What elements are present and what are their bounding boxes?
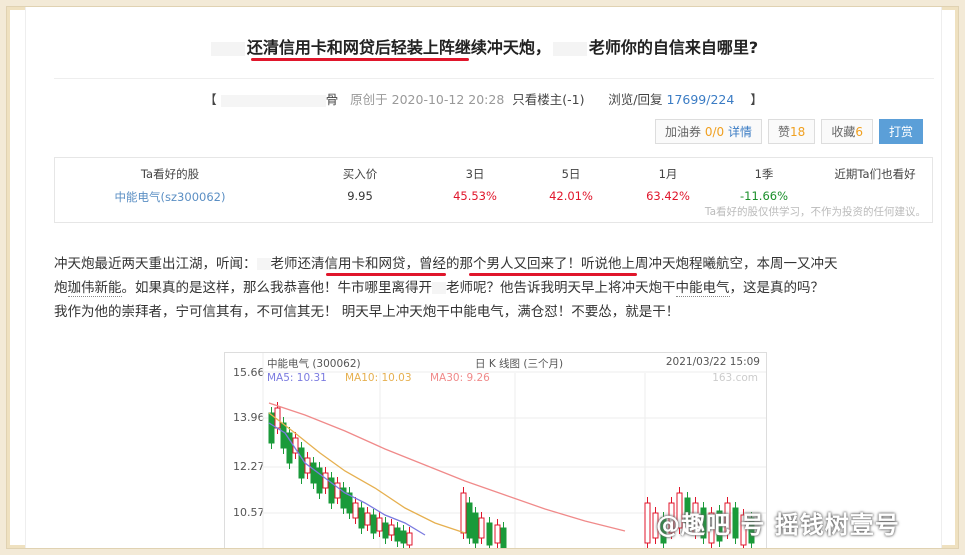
candle-body: [486, 522, 493, 546]
col-1m: 1月 63.42%: [618, 166, 718, 203]
stock-pick-table: Ta看好的股 中能电气(sz300062) 买入价 9.95 3日 45.53%…: [54, 157, 933, 223]
bracket-right: 】: [750, 92, 763, 107]
stock-link-jiawei[interactable]: 珈伟新能: [67, 280, 122, 297]
text-segment: 冲天炮最近两天重出江湖，听闻：: [54, 256, 257, 272]
fav-label: 收藏: [831, 125, 856, 139]
highlight-man-returned: 曾经的那个男人又回来了！: [419, 256, 581, 272]
return-3d: 45.53%: [453, 189, 497, 203]
content-line-3: 我作为他的崇拜者，宁可信其有，不可信其无！ 明天早上冲天炮干中能电气，满仓怼！不…: [54, 304, 680, 320]
fuel-coupon-button[interactable]: 加油券 0/0 详情: [655, 119, 763, 144]
text-segment: ，: [405, 256, 420, 272]
candle-body: [364, 512, 371, 526]
stock-link[interactable]: 中能电气(sz300062): [105, 189, 235, 205]
red-underline: [469, 273, 637, 276]
favorite-button[interactable]: 收藏6: [821, 119, 873, 144]
header-1q: 1季: [754, 167, 774, 181]
post-content: 冲天炮最近两天重出江湖，听闻： 老师还清信用卡和网贷，曾经的那个男人又回来了！听说…: [54, 252, 934, 324]
header-3d: 3日: [465, 167, 485, 181]
divider: [54, 78, 934, 79]
watermark: @趣吧 号 摇钱树壹号: [656, 511, 900, 539]
text-segment: 听说他上周冲天炮程曦航空，本周一又冲天: [581, 256, 838, 272]
text-segment: 老师: [270, 256, 298, 272]
header-stock: Ta看好的股: [140, 167, 200, 181]
views-label: 浏览/回复: [608, 92, 663, 107]
candle-body: [310, 462, 317, 484]
fuel-detail-link[interactable]: 详情: [728, 125, 752, 139]
like-button[interactable]: 赞18: [768, 119, 816, 144]
text-segment: 炮: [54, 280, 68, 296]
col-also-like: 近期Ta们也看好: [820, 166, 930, 182]
col-buy-price: 买入价 9.95: [310, 166, 410, 203]
fav-count: 6: [855, 125, 863, 139]
candle-body: [388, 524, 395, 536]
buy-price: 9.95: [347, 189, 373, 203]
highlight-debt-cleared: 还清信用卡和网贷: [297, 256, 406, 272]
header-buy-price: 买入价: [342, 167, 378, 181]
red-underline: [251, 58, 469, 61]
created-time: 原创于 2020-10-12 20:28: [350, 92, 505, 107]
only-op-link[interactable]: 只看楼主(-1): [512, 92, 584, 107]
header-1m: 1月: [658, 167, 678, 181]
candle-body: [268, 412, 275, 444]
candle-body: [280, 422, 287, 449]
candle-body: [322, 472, 329, 489]
candle-body: [298, 447, 305, 479]
candle-body: [394, 527, 401, 542]
candle-body: [406, 532, 413, 546]
like-count: 18: [790, 125, 806, 139]
reward-button[interactable]: 打赏: [878, 119, 923, 144]
return-1m: 63.42%: [646, 189, 690, 203]
candle-body: [500, 527, 507, 548]
text-segment: ，这是真的吗？: [729, 280, 825, 296]
post-container: 还清信用卡和网贷后轻装上阵继续冲天炮， 老师你的自信来自哪里? 【 骨 原创于 2…: [25, 7, 942, 548]
candle-body: [376, 517, 383, 532]
post-meta: 【 骨 原创于 2020-10-12 20:28 只看楼主(-1) 浏览/回复 …: [26, 89, 941, 108]
fuel-value: 0/0: [704, 125, 725, 139]
like-label: 赞: [778, 125, 791, 139]
candle-body: [478, 517, 485, 539]
redacted-author: [220, 94, 326, 107]
red-underline: [326, 273, 446, 276]
return-1q: -11.66%: [740, 189, 788, 203]
candle-body: [644, 502, 651, 544]
content-line-2: 炮珈伟新能。如果真的是这样，那么我恭喜他！牛市哪里离得开 老师呢？他告诉我明天早上…: [54, 276, 934, 300]
candle-body: [358, 507, 365, 529]
bracket-left: 【: [204, 92, 217, 107]
candle-body: [370, 514, 377, 534]
candle-body: [316, 467, 323, 494]
header-5d: 5日: [561, 167, 581, 181]
candle-body: [382, 522, 389, 539]
redacted-text: [432, 282, 446, 294]
col-1q: 1季 -11.66%: [714, 166, 814, 203]
redacted-text: [256, 258, 271, 270]
text-segment: 老师呢？他告诉我明天早上将冲天炮干: [446, 280, 676, 296]
page-frame: 还清信用卡和网贷后轻装上阵继续冲天炮， 老师你的自信来自哪里? 【 骨 原创于 2…: [6, 6, 959, 549]
text-segment: 。如果真的是这样，那么我恭喜他！牛市哪里离得开: [121, 280, 433, 296]
candle-body: [400, 530, 407, 544]
col-5d: 5日 42.01%: [521, 166, 621, 203]
col-stock: Ta看好的股 中能电气(sz300062): [105, 166, 235, 205]
redacted-text: [210, 41, 245, 56]
post-title: 还清信用卡和网贷后轻装上阵继续冲天炮， 老师你的自信来自哪里?: [26, 34, 941, 58]
header-also-like: 近期Ta们也看好: [834, 167, 916, 181]
return-5d: 42.01%: [549, 189, 593, 203]
candle-body: [352, 502, 359, 519]
views-count: 17699: [666, 92, 707, 107]
action-bar: 加油券 0/0 详情 赞18 收藏6 打赏: [655, 119, 923, 144]
candle-body: [466, 502, 473, 539]
author-name[interactable]: 骨: [326, 92, 339, 107]
candle-body: [494, 524, 501, 544]
stock-link-zhongneng[interactable]: 中能电气: [675, 280, 730, 297]
title-main: 还清信用卡和网贷后轻装上阵继续冲天炮，: [246, 38, 551, 57]
fuel-label: 加油券: [665, 125, 702, 139]
candle-body: [472, 512, 479, 544]
col-3d: 3日 45.53%: [425, 166, 525, 203]
candle-body: [460, 492, 467, 534]
title-tail: 老师你的自信来自哪里?: [588, 38, 759, 57]
disclaimer: Ta看好的股仅供学习，不作为投资的任何建议。: [704, 206, 926, 218]
replies-count: 224: [710, 92, 735, 107]
redacted-text: [552, 41, 587, 56]
